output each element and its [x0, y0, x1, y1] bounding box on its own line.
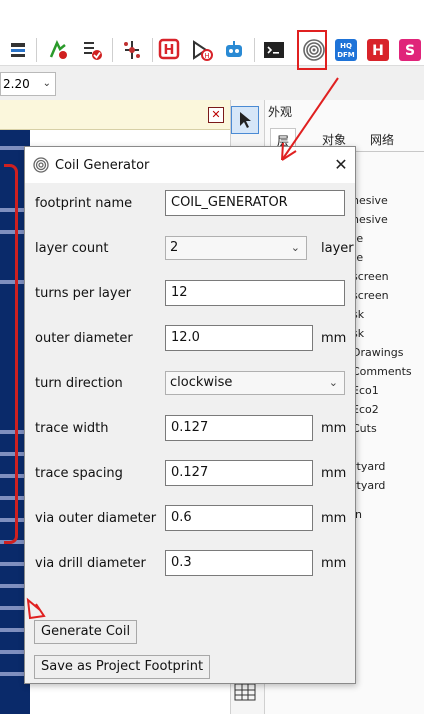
- annotation-arrow-to-dialog: [281, 77, 339, 161]
- annotation-arrow-to-generate: [26, 597, 46, 620]
- annotation-arrows: [26, 77, 339, 620]
